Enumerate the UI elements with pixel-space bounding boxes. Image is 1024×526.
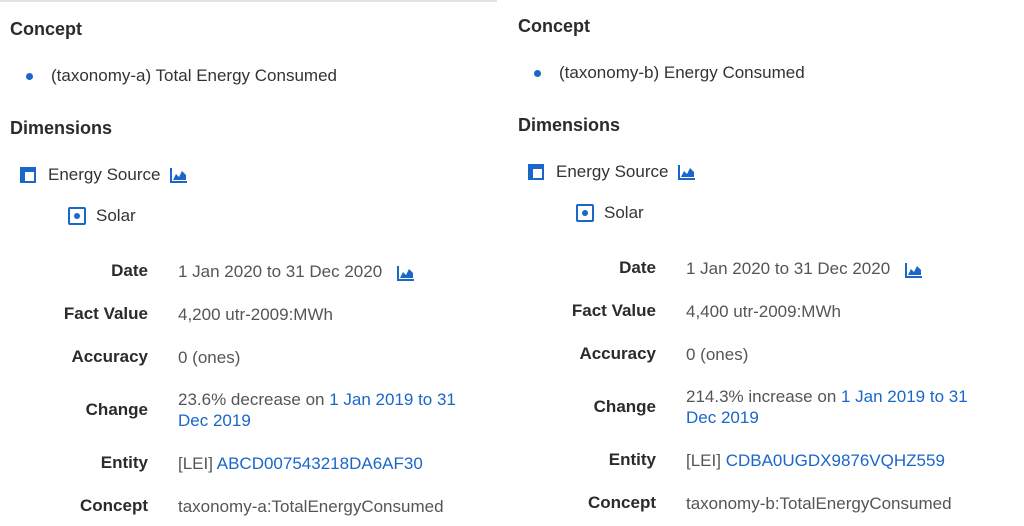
- entity-scheme: [LEI]: [178, 454, 217, 473]
- dimension-member-label: Solar: [96, 206, 136, 225]
- entity-label: Entity: [100, 453, 148, 472]
- date-value: 1 Jan 2020 to 31 Dec 2020: [178, 261, 488, 282]
- fact-value: 4,400 utr-2009:MWh: [686, 302, 841, 321]
- area-chart-icon[interactable]: [678, 164, 696, 180]
- concept-fact-value: taxonomy-a:TotalEnergyConsumed: [178, 497, 444, 516]
- entity-scheme: [LEI]: [686, 451, 726, 470]
- fact-value-label: Fact Value: [571, 301, 656, 320]
- concept-fact-label: Concept: [80, 496, 148, 515]
- area-chart-icon[interactable]: [904, 262, 923, 278]
- concept-list-item: (taxonomy-b) Energy Consumed: [534, 63, 805, 83]
- concept-list-item: (taxonomy-a) Total Energy Consumed: [26, 66, 337, 86]
- accuracy-value: 0 (ones): [686, 345, 749, 364]
- dimension-member-row[interactable]: Solar: [68, 206, 136, 226]
- dimensions-heading: Dimensions: [10, 118, 113, 138]
- change-label: Change: [593, 397, 656, 416]
- concept-item-label: (taxonomy-b) Energy Consumed: [559, 63, 805, 82]
- change-label: Change: [85, 400, 148, 419]
- table-icon: [20, 167, 36, 183]
- dimension-row[interactable]: Energy Source: [20, 165, 188, 185]
- fact-value-label: Fact Value: [63, 304, 148, 323]
- radio-member-icon: [68, 207, 86, 225]
- concept-fact-value: taxonomy-b:TotalEnergyConsumed: [686, 494, 952, 513]
- concept-item-label: (taxonomy-a) Total Energy Consumed: [51, 66, 337, 85]
- panel-top-divider: [0, 0, 497, 2]
- concept-fact-label: Concept: [588, 493, 656, 512]
- concept-heading: Concept: [10, 19, 82, 39]
- date-value: 1 Jan 2020 to 31 Dec 2020: [686, 258, 996, 279]
- fact-panel-left: Concept (taxonomy-a) Total Energy Consum…: [0, 0, 500, 526]
- dimensions-heading: Dimensions: [518, 115, 621, 135]
- bullet-icon: [534, 69, 541, 77]
- change-text: 214.3% increase on: [686, 387, 841, 406]
- dimension-member-label: Solar: [604, 203, 644, 222]
- change-value: 23.6% decrease on 1 Jan 2019 to 31 Dec 2…: [178, 389, 488, 431]
- entity-identifier-link[interactable]: CDBA0UGDX9876VQHZ559: [726, 451, 945, 470]
- entity-label: Entity: [608, 450, 656, 469]
- table-icon: [528, 164, 544, 180]
- accuracy-value: 0 (ones): [178, 348, 241, 367]
- date-label: Date: [111, 261, 148, 280]
- date-label: Date: [619, 258, 656, 277]
- area-chart-icon[interactable]: [396, 265, 415, 281]
- accuracy-label: Accuracy: [579, 344, 656, 363]
- radio-member-icon: [576, 204, 594, 222]
- date-value-text: 1 Jan 2020 to 31 Dec 2020: [178, 262, 383, 281]
- date-value-text: 1 Jan 2020 to 31 Dec 2020: [686, 259, 891, 278]
- area-chart-icon[interactable]: [170, 167, 188, 183]
- dimension-member-row[interactable]: Solar: [576, 203, 644, 223]
- concept-heading: Concept: [518, 16, 590, 36]
- fact-panel-right: Concept (taxonomy-b) Energy Consumed Dim…: [508, 0, 1008, 523]
- bullet-icon: [26, 72, 33, 80]
- entity-value: [LEI] ABCD007543218DA6AF30: [178, 453, 488, 474]
- entity-value: [LEI] CDBA0UGDX9876VQHZ559: [686, 450, 996, 471]
- dimension-name: Energy Source: [556, 162, 669, 181]
- entity-identifier-link[interactable]: ABCD007543218DA6AF30: [217, 454, 423, 473]
- fact-value: 4,200 utr-2009:MWh: [178, 305, 333, 324]
- dimension-name: Energy Source: [48, 165, 161, 184]
- change-text: 23.6% decrease on: [178, 390, 330, 409]
- change-value: 214.3% increase on 1 Jan 2019 to 31 Dec …: [686, 386, 996, 428]
- dimension-row[interactable]: Energy Source: [528, 162, 696, 182]
- accuracy-label: Accuracy: [71, 347, 148, 366]
